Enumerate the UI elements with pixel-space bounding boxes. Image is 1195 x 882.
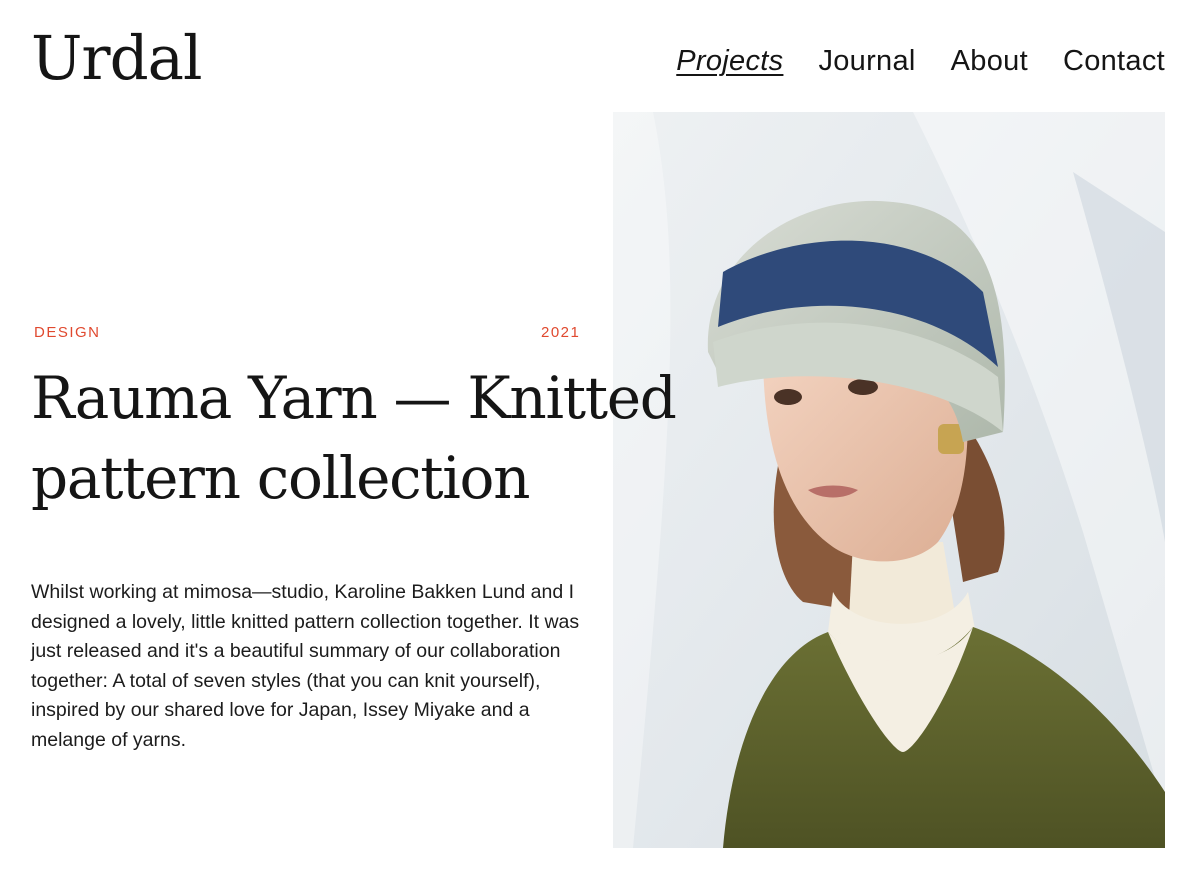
nav-link-journal[interactable]: Journal	[818, 44, 915, 79]
project-year: 2021	[541, 324, 581, 341]
project-category: DESIGN	[34, 324, 101, 341]
nav-link-about[interactable]: About	[951, 44, 1028, 79]
site-logo[interactable]: Urdal	[31, 22, 202, 95]
project-title: Rauma Yarn — Knitted pattern collection	[31, 364, 677, 512]
project-description: Whilst working at mimosa—studio, Karolin…	[31, 581, 580, 751]
main-nav: Projects Journal About Contact	[676, 44, 1165, 79]
nav-link-projects[interactable]: Projects	[676, 44, 783, 79]
nav-link-contact[interactable]: Contact	[1063, 44, 1165, 79]
